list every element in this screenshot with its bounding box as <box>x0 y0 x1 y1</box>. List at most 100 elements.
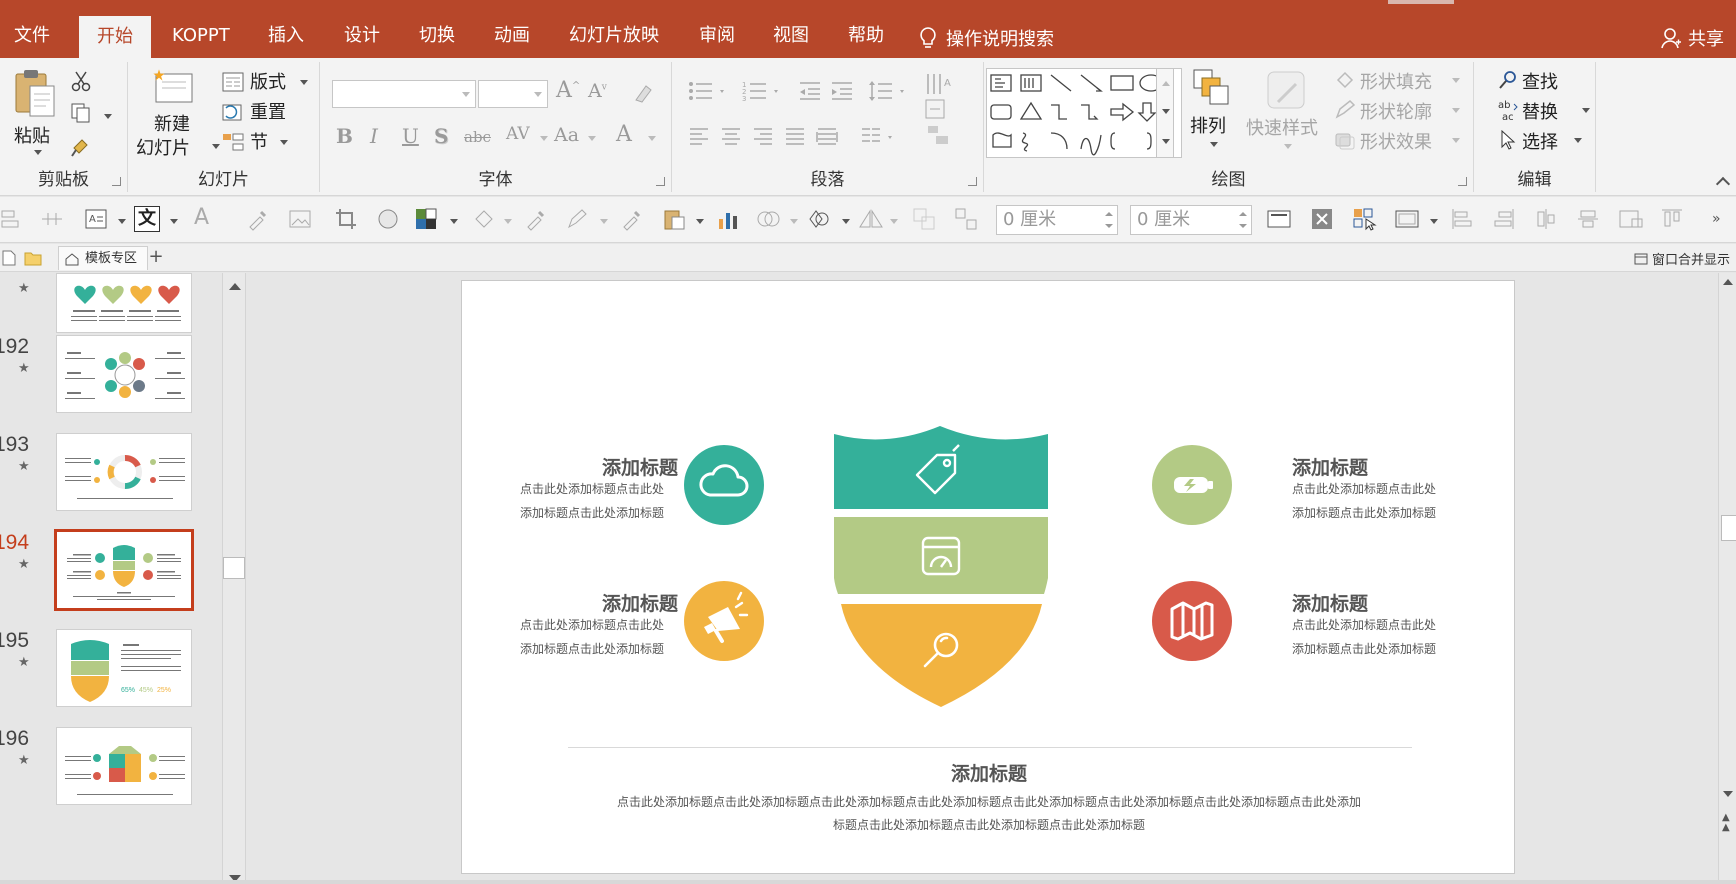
item-title-top-right[interactable]: 添加标题 <box>1292 453 1368 480</box>
paragraph-launcher-icon[interactable] <box>968 177 977 186</box>
thumbnail-image[interactable] <box>56 433 192 511</box>
numbering-icon[interactable]: 123 <box>742 80 782 102</box>
columns-icon[interactable] <box>860 126 896 148</box>
thumbnail-row[interactable]: 192 ★ <box>0 335 200 425</box>
shapes-gallery-scroll[interactable] <box>1156 68 1174 158</box>
picture-format-icon[interactable] <box>1618 207 1644 231</box>
section-button[interactable]: 节 <box>222 130 318 154</box>
thumbnail-image-selected[interactable] <box>54 529 194 611</box>
picture-icon[interactable] <box>288 207 314 231</box>
distributed-icon[interactable] <box>816 126 838 148</box>
thumbnails-scrollbar[interactable] <box>222 273 246 884</box>
menu-home[interactable]: 开始 <box>79 16 151 58</box>
align-center-objects-icon[interactable] <box>1534 207 1558 231</box>
justify-icon[interactable] <box>784 126 806 148</box>
merge-windows-button[interactable]: 窗口合并显示 <box>1634 249 1730 268</box>
fill-bucket-icon[interactable] <box>472 207 496 231</box>
shape-outline-button[interactable]: 形状轮廓 <box>1334 98 1464 124</box>
thumbnail-row[interactable]: 196 ★ <box>0 727 200 817</box>
eyedropper-fill-icon[interactable] <box>524 207 548 231</box>
decrease-indent-icon[interactable] <box>798 80 822 102</box>
item-body-top-right[interactable]: 点击此处添加标题点击此处 添加标题点击此处添加标题 <box>1292 477 1436 525</box>
current-slide[interactable]: 添加标题 点击此处添加标题点击此处 添加标题点击此处添加标题 添加标题 点击此处… <box>461 280 1515 874</box>
menu-koppt[interactable]: KOPPT <box>172 0 230 58</box>
decrease-font-size-icon[interactable]: Av <box>588 80 607 102</box>
eyedropper-outline-icon[interactable] <box>620 207 644 231</box>
shape-width-input[interactable]: 0 厘米 <box>1130 205 1252 235</box>
clipboard-launcher-icon[interactable] <box>112 177 121 186</box>
line-spacing-icon[interactable] <box>868 80 908 102</box>
increase-font-size-icon[interactable]: A^ <box>556 78 580 103</box>
character-spacing-icon[interactable]: AV <box>506 124 530 144</box>
italic-icon[interactable]: I <box>370 124 378 148</box>
crop-icon[interactable] <box>334 207 358 231</box>
select-objects-icon[interactable] <box>1352 207 1378 231</box>
thumbnails-scroll-thumb[interactable] <box>223 557 245 579</box>
circle-shape-icon[interactable] <box>376 207 400 231</box>
select-button[interactable]: 选择 <box>1498 128 1594 154</box>
item-body-bottom-right[interactable]: 点击此处添加标题点击此处 添加标题点击此处添加标题 <box>1292 613 1436 661</box>
thumbnail-image[interactable] <box>56 273 192 333</box>
align-right-icon[interactable] <box>752 126 774 148</box>
battery-circle[interactable] <box>1152 445 1232 525</box>
item-title-top-left[interactable]: 添加标题 <box>602 453 678 480</box>
increase-indent-icon[interactable] <box>830 80 854 102</box>
paste-button[interactable]: 粘贴 <box>10 66 62 158</box>
align-right-objects-icon[interactable] <box>1492 207 1516 231</box>
quick-styles-button[interactable]: 快速样式 <box>1246 64 1328 158</box>
item-title-bottom-right[interactable]: 添加标题 <box>1292 589 1368 616</box>
shape-height-input[interactable]: 0 厘米 <box>996 205 1118 235</box>
slide-scroll-thumb[interactable] <box>1721 515 1736 541</box>
tab-template-zone[interactable]: 模板专区 <box>58 246 149 270</box>
collapse-ribbon-icon[interactable] <box>1715 176 1731 192</box>
eyedropper-icon[interactable] <box>246 207 270 231</box>
convert-smartart-icon[interactable] <box>922 124 962 146</box>
chart-icon[interactable] <box>716 207 740 231</box>
megaphone-circle[interactable] <box>684 581 764 661</box>
align-top-objects-icon[interactable] <box>1660 207 1684 231</box>
delete-box-icon[interactable] <box>1310 207 1334 231</box>
item-body-bottom-left[interactable]: 点击此处添加标题点击此处 添加标题点击此处添加标题 <box>516 613 664 661</box>
share-button[interactable]: 共享 <box>1660 18 1724 58</box>
find-button[interactable]: 查找 <box>1498 68 1588 94</box>
group-objects-icon[interactable] <box>912 207 936 231</box>
item-title-bottom-left[interactable]: 添加标题 <box>602 589 678 616</box>
replace-button[interactable]: ab ac 替换 <box>1498 98 1594 124</box>
text-direction-button[interactable]: 文 <box>134 206 160 232</box>
menu-insert[interactable]: 插入 <box>268 0 304 58</box>
folder-icon[interactable] <box>24 250 42 266</box>
thumbnail-image[interactable]: 65% 45% 25% <box>56 629 192 707</box>
scroll-down-icon[interactable] <box>1723 791 1733 797</box>
venn-icon[interactable] <box>756 207 782 231</box>
slide-scrollbar[interactable]: ▲ ▲ <box>1718 273 1736 884</box>
copy-icon[interactable] <box>70 102 92 124</box>
outline-pen-icon[interactable] <box>566 207 590 231</box>
change-case-icon[interactable]: Aa <box>554 124 579 146</box>
drawing-launcher-icon[interactable] <box>1458 177 1467 186</box>
layout-button[interactable]: 版式 <box>222 70 318 94</box>
align-text-icon[interactable] <box>922 98 962 120</box>
flip-icon[interactable] <box>858 207 884 231</box>
menu-transitions[interactable]: 切换 <box>419 0 455 58</box>
menu-help[interactable]: 帮助 <box>848 0 884 58</box>
scroll-up-icon[interactable] <box>229 283 241 290</box>
thumbnail-row[interactable]: 195 ★ 65% 45% 25% <box>0 629 200 719</box>
frame-icon[interactable] <box>1394 207 1420 231</box>
menu-animations[interactable]: 动画 <box>494 0 530 58</box>
shape-fill-button[interactable]: 形状填充 <box>1334 68 1464 94</box>
font-color-icon[interactable]: A <box>616 122 632 147</box>
align-left-icon[interactable] <box>688 126 710 148</box>
align-left-objects-icon[interactable] <box>1450 207 1474 231</box>
slide-size-icon[interactable] <box>1266 207 1292 231</box>
scroll-up-icon[interactable] <box>1723 279 1733 285</box>
new-slide-button[interactable]: 新建 幻灯片 <box>134 66 220 159</box>
strikethrough-icon[interactable]: abc <box>464 128 491 146</box>
reset-button[interactable]: 重置 <box>222 100 318 124</box>
previous-slide-icon[interactable]: ▲ ▲ <box>1722 813 1730 833</box>
thumbnail-image[interactable] <box>56 335 192 413</box>
color-swatch-icon[interactable] <box>414 207 438 231</box>
cut-icon[interactable] <box>70 70 92 92</box>
menu-view[interactable]: 视图 <box>773 0 809 58</box>
align-middle-objects-icon[interactable] <box>1576 207 1600 231</box>
font-style-icon[interactable]: A <box>194 205 209 230</box>
